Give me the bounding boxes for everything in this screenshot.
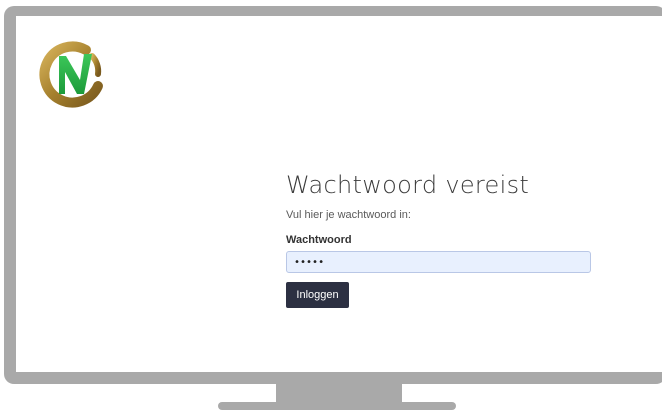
monitor-frame: Wachtwoord vereist Vul hier je wachtwoor… bbox=[4, 6, 662, 384]
page-title: Wachtwoord vereist bbox=[286, 171, 530, 199]
monitor-stand-base bbox=[218, 402, 456, 410]
login-form: Wachtwoord vereist Vul hier je wachtwoor… bbox=[286, 171, 591, 308]
password-field[interactable]: ••••• bbox=[286, 251, 591, 273]
browser-screen: Wachtwoord vereist Vul hier je wachtwoor… bbox=[16, 16, 662, 372]
login-button[interactable]: Inloggen bbox=[286, 282, 349, 308]
instruction-text: Vul hier je wachtwoord in: bbox=[286, 209, 411, 221]
nv-logo-icon bbox=[32, 34, 112, 114]
password-masked-value: ••••• bbox=[294, 256, 325, 268]
password-label: Wachtwoord bbox=[286, 234, 352, 246]
